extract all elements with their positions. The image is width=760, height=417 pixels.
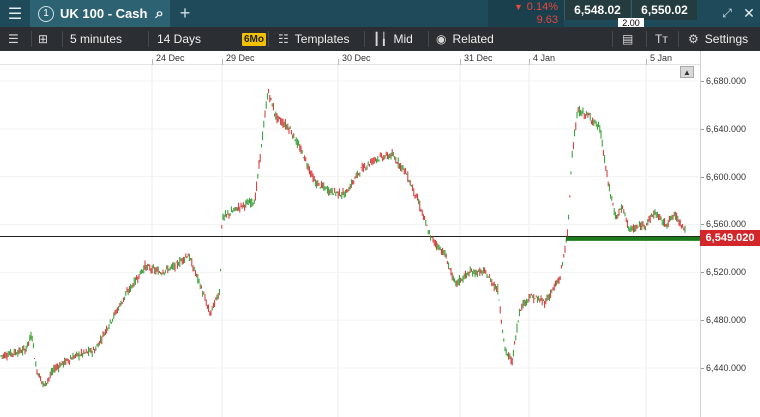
toolbar-divider xyxy=(62,31,63,47)
down-arrow-icon: ▼ xyxy=(514,2,523,12)
text-size-icon[interactable]: Tт xyxy=(655,27,674,51)
date-label-29-dec: 29 Dec xyxy=(226,53,255,63)
y-label: 6,480.000 xyxy=(706,315,747,325)
candles-icon: ┃╽ xyxy=(373,32,388,46)
six-month-badge-label: 6Mo xyxy=(242,32,266,46)
settings-button[interactable]: ⚙ Settings xyxy=(688,27,748,51)
grid-icon[interactable]: ⊞ xyxy=(38,27,54,51)
instrument-tab[interactable]: 1 UK 100 - Cash ⌕ xyxy=(30,0,170,27)
toolbar-divider xyxy=(646,31,647,47)
current-price-tag: 6,549.020 xyxy=(700,230,760,246)
change-absolute: 9.63 xyxy=(536,14,558,26)
search-icon[interactable]: ⌕ xyxy=(155,5,163,22)
scroll-up-icon[interactable]: ▲ xyxy=(680,66,694,78)
y-label: 6,640.000 xyxy=(706,124,747,134)
toolbar-divider xyxy=(268,31,269,47)
buy-price-button[interactable]: 6,550.02 xyxy=(631,0,697,20)
chart-toolbar: ☰ ⊞ 5 minutes 14 Days 6Mo ☷ Templates ┃╽ M… xyxy=(0,27,760,51)
six-month-badge[interactable]: 6Mo xyxy=(242,27,266,51)
toolbar-divider xyxy=(678,31,679,47)
date-label-5-jan: 5 Jan xyxy=(650,53,673,63)
sliders-icon: ☷ xyxy=(278,32,289,46)
y-tick xyxy=(701,177,704,178)
price-type-button[interactable]: ┃╽ Mid xyxy=(373,27,413,51)
y-label: 6,440.000 xyxy=(706,363,747,373)
position-level-line[interactable] xyxy=(566,236,700,241)
price-type-label: Mid xyxy=(393,32,413,46)
expand-icon[interactable]: ⤢ xyxy=(718,0,736,27)
y-label: 6,680.000 xyxy=(706,76,747,86)
y-tick xyxy=(701,224,704,225)
settings-label: Settings xyxy=(704,32,749,46)
y-tick xyxy=(701,368,704,369)
price-change: ▼ 0.14% 9.63 xyxy=(488,0,564,27)
list-icon[interactable]: ☰ xyxy=(8,27,25,51)
y-label: 6,520.000 xyxy=(706,267,747,277)
y-label: 6,600.000 xyxy=(706,172,747,182)
templates-label: Templates xyxy=(294,32,350,46)
hamburger-icon[interactable]: ☰ xyxy=(0,0,30,27)
toolbar-divider xyxy=(31,31,32,47)
y-tick xyxy=(701,81,704,82)
sell-price-button[interactable]: 6,548.02 xyxy=(564,0,630,20)
templates-button[interactable]: ☷ Templates xyxy=(278,27,349,51)
instrument-header: ☰ 1 UK 100 - Cash ⌕ + ▼ 0.14% 9.63 6,548… xyxy=(0,0,760,28)
y-tick xyxy=(701,272,704,273)
date-axis: 24 Dec 29 Dec 30 Dec 31 Dec 4 Jan 5 Jan xyxy=(0,51,700,65)
interval-selector[interactable]: 5 minutes xyxy=(70,27,122,51)
date-label-24-dec: 24 Dec xyxy=(156,53,185,63)
toolbar-divider xyxy=(364,31,365,47)
eye-icon: ◉ xyxy=(436,32,447,46)
y-label: 6,560.000 xyxy=(706,219,747,229)
plus-icon[interactable]: + xyxy=(172,0,198,27)
y-tick xyxy=(701,320,704,321)
toolbar-divider xyxy=(428,31,429,47)
toolbar-divider xyxy=(148,31,149,47)
toolbar-divider xyxy=(612,31,613,47)
gear-icon: ⚙ xyxy=(688,32,699,46)
related-label: Related xyxy=(452,32,494,46)
panel-icon[interactable]: ▤ xyxy=(622,27,639,51)
range-selector[interactable]: 14 Days xyxy=(157,27,201,51)
date-label-31-dec: 31 Dec xyxy=(464,53,493,63)
date-label-30-dec: 30 Dec xyxy=(342,53,371,63)
change-percent: 0.14% xyxy=(526,1,558,13)
date-label-4-jan: 4 Jan xyxy=(533,53,556,63)
instrument-name: UK 100 - Cash xyxy=(60,6,148,21)
close-icon[interactable]: ✕ xyxy=(740,0,758,27)
y-tick xyxy=(701,129,704,130)
price-chart[interactable] xyxy=(0,65,700,417)
related-button[interactable]: ◉ Related xyxy=(436,27,494,51)
tab-number: 1 xyxy=(38,5,54,22)
